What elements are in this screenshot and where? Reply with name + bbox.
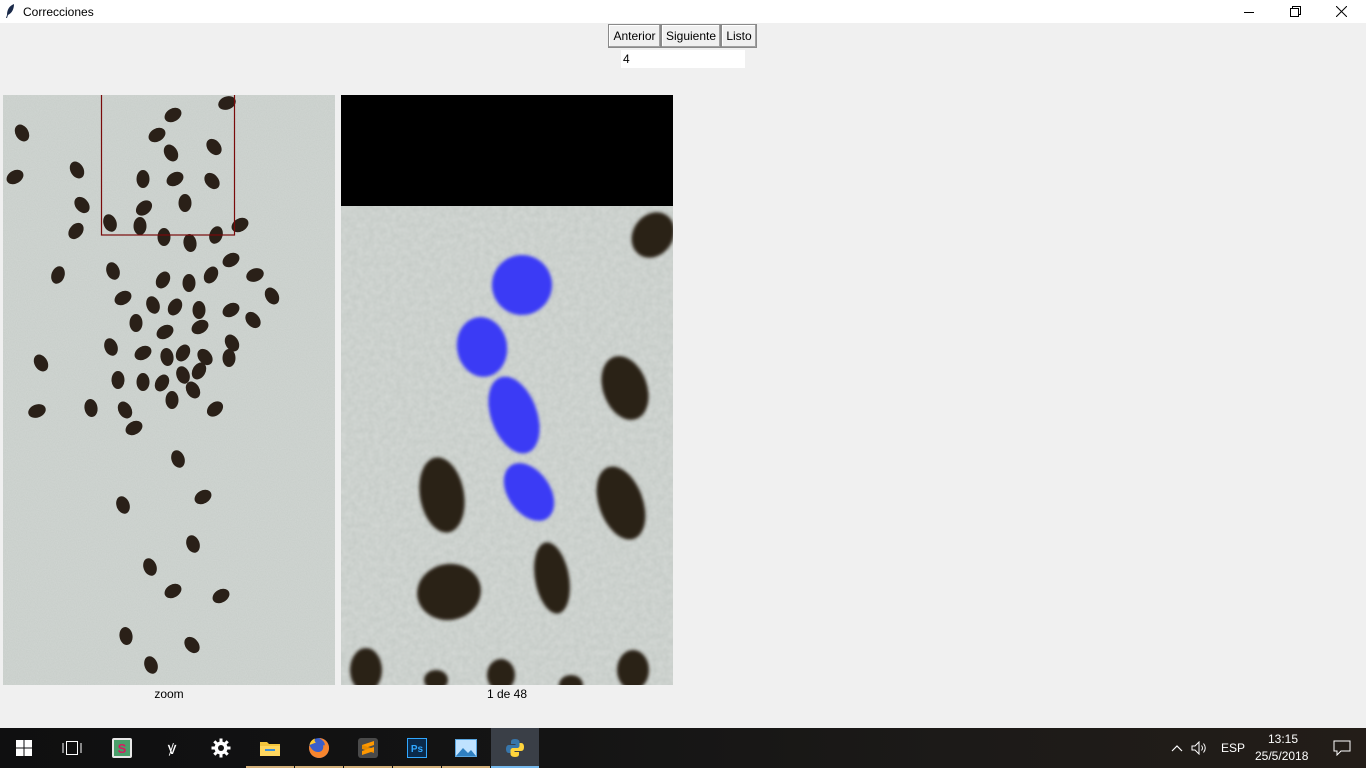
out-of-bounds-area: [341, 95, 673, 206]
seed-zoom-image: [341, 95, 673, 685]
svg-text:ꝟ: ꝟ: [168, 739, 177, 758]
seed-mark: [178, 194, 192, 212]
seed-mark: [182, 274, 196, 292]
clock-date[interactable]: 25/5/2018: [1255, 749, 1308, 763]
taskbar-slack[interactable]: S: [98, 728, 146, 768]
restore-button[interactable]: [1272, 0, 1318, 23]
taskbar-python[interactable]: [491, 728, 539, 768]
taskbar: S ꝟ Ps ESP 13:15 25/5/2018: [0, 728, 1366, 768]
taskbar-photos[interactable]: [442, 728, 490, 768]
done-button[interactable]: Listo: [721, 24, 757, 48]
taskbar-sublime-text[interactable]: [344, 728, 392, 768]
taskbar-settings[interactable]: [197, 728, 245, 768]
firefox-icon: [309, 737, 330, 758]
zoom-canvas[interactable]: [341, 95, 673, 685]
settings-icon: [211, 738, 231, 758]
windows-start-icon: [16, 740, 32, 756]
sublime-text-icon: [358, 738, 378, 758]
taskbar-file-explorer[interactable]: [246, 728, 294, 768]
seed-mark: [192, 301, 206, 319]
python-icon: [506, 739, 524, 757]
file-explorer-icon: [260, 742, 280, 756]
next-button[interactable]: Siguiente: [661, 24, 721, 48]
seed-mark: [136, 170, 150, 188]
restore-icon: [1289, 6, 1301, 17]
svg-text:S: S: [118, 741, 127, 756]
close-button[interactable]: [1318, 0, 1364, 23]
seed-overview-image: [3, 95, 335, 685]
photos-icon: [455, 739, 477, 757]
left-caption: zoom: [154, 687, 184, 701]
speaker-icon: [1191, 741, 1206, 755]
taskbar-firefox[interactable]: [295, 728, 343, 768]
minimize-icon: [1244, 11, 1254, 13]
slack-icon: S: [112, 738, 132, 758]
seed-mark: [165, 391, 179, 409]
close-icon: [1335, 6, 1347, 17]
index-input[interactable]: [621, 50, 745, 68]
taskbar-sourcetree[interactable]: ꝟ: [148, 728, 196, 768]
tk-feather-icon: [6, 4, 14, 18]
seed-mark: [129, 314, 143, 332]
start-button[interactable]: [0, 728, 48, 768]
chevron-up-icon: [1171, 745, 1183, 752]
seed-mark: [136, 373, 150, 391]
volume-button[interactable]: [1188, 728, 1212, 768]
sourcetree-icon: ꝟ: [168, 739, 177, 758]
window-title: Correcciones: [23, 5, 94, 19]
input-language-indicator[interactable]: ESP: [1221, 741, 1245, 755]
right-caption: 1 de 48: [486, 687, 528, 701]
title-bar: Correcciones: [0, 0, 1366, 23]
svg-text:Ps: Ps: [411, 744, 424, 755]
seed-mark: [157, 228, 171, 246]
action-center-button[interactable]: [1318, 728, 1366, 768]
seed-mark: [111, 371, 125, 389]
clock-time[interactable]: 13:15: [1268, 732, 1298, 746]
tray-overflow-button[interactable]: [1166, 728, 1188, 768]
task-view-icon: [62, 741, 82, 755]
task-view-button[interactable]: [48, 728, 96, 768]
photoshop-icon: Ps: [407, 738, 427, 758]
minimize-button[interactable]: [1226, 0, 1272, 23]
previous-button[interactable]: Anterior: [608, 24, 661, 48]
seed-mark: [222, 349, 236, 367]
taskbar-photoshop[interactable]: Ps: [393, 728, 441, 768]
overview-canvas[interactable]: [3, 95, 335, 685]
seed-mark: [133, 217, 147, 235]
notification-icon: [1333, 740, 1351, 756]
